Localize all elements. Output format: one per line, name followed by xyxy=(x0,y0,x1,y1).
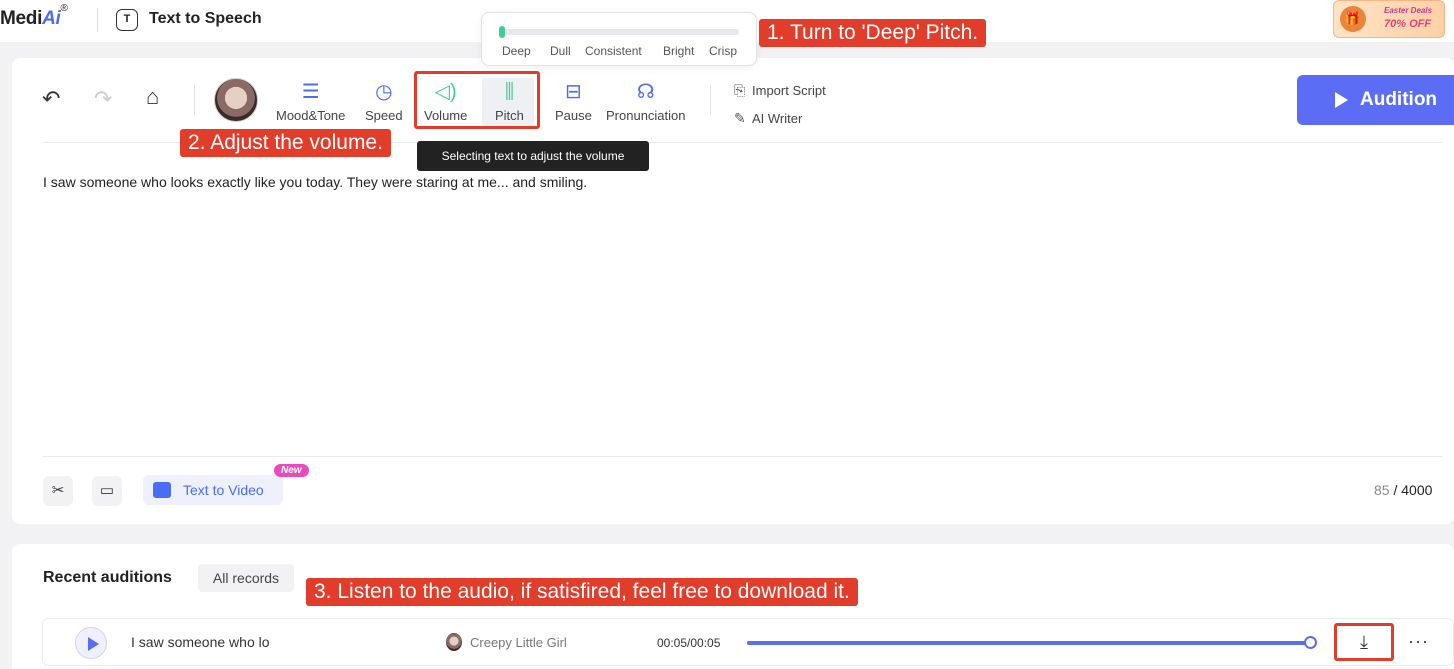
pitch-slider[interactable] xyxy=(499,26,739,38)
pause-button[interactable]: ⊟ Pause xyxy=(555,78,592,123)
voice-name: Creepy Little Girl xyxy=(470,635,567,650)
audition-row: I saw someone who lo Creepy Little Girl … xyxy=(42,618,1454,666)
audio-progress-handle[interactable] xyxy=(1304,636,1317,649)
voice-avatar[interactable] xyxy=(214,78,258,122)
recent-auditions-title: Recent auditions xyxy=(43,569,172,586)
pitch-label: Pitch xyxy=(495,108,524,123)
mood-tone-label: Mood&Tone xyxy=(276,108,346,123)
ai-writer-label: AI Writer xyxy=(752,111,803,126)
char-separator: / xyxy=(1393,482,1398,498)
pronunciation-icon: ☊ xyxy=(636,81,655,103)
promo-line2: 70% OFF xyxy=(1384,18,1432,30)
ai-writer-icon: ✎ xyxy=(734,110,746,126)
divider xyxy=(710,85,711,115)
play-button[interactable] xyxy=(75,627,107,659)
audition-button[interactable]: Audition xyxy=(1297,75,1454,125)
audio-progress-fill xyxy=(747,641,1311,645)
pitch-button[interactable]: ⫼ Pitch xyxy=(495,78,524,123)
char-counter: 85 / 4000 xyxy=(1374,482,1432,498)
callout-step2: 2. Adjust the volume. xyxy=(180,129,391,157)
subtitle-icon[interactable]: ▭ xyxy=(92,476,122,506)
speedometer-icon: ◷ xyxy=(375,81,393,103)
promo-line1: Easter Deals xyxy=(1384,6,1433,15)
pause-icon: ⊟ xyxy=(565,81,582,103)
clapperboard-icon xyxy=(153,482,171,498)
page-title: Text to Speech xyxy=(149,10,262,27)
app-logo[interactable]: MediAi® xyxy=(0,3,68,30)
pitch-option-crisp[interactable]: Crisp xyxy=(709,44,737,58)
pitch-option-deep[interactable]: Deep xyxy=(502,44,531,58)
audio-progress-bar[interactable] xyxy=(747,636,1317,649)
text-to-video-label: Text to Video xyxy=(183,482,264,498)
scissors-icon[interactable]: ✂ xyxy=(43,476,73,506)
recent-auditions-panel: Recent auditions All records I saw someo… xyxy=(12,544,1454,669)
speaker-icon: ◁) xyxy=(434,81,457,103)
text-to-video-button[interactable]: Text to Video xyxy=(143,475,283,505)
divider xyxy=(194,85,195,115)
callout-step1: 1. Turn to 'Deep' Pitch. xyxy=(759,19,987,47)
undo-icon[interactable]: ↶ xyxy=(42,86,60,112)
divider xyxy=(97,8,98,32)
speed-label: Speed xyxy=(365,108,403,123)
download-icon: ⤓ xyxy=(1360,632,1368,652)
volume-tooltip: Selecting text to adjust the volume xyxy=(417,141,649,171)
new-badge: New xyxy=(274,464,309,477)
text-to-speech-icon: T xyxy=(116,9,138,31)
ai-writer-link[interactable]: ✎ AI Writer xyxy=(734,110,802,127)
sliders-icon: ☰ xyxy=(301,81,320,103)
divider xyxy=(42,456,1442,457)
callout-step3: 3. Listen to the audio, if satisfired, f… xyxy=(306,578,858,606)
clear-broom-icon[interactable]: ⌂ xyxy=(146,84,159,110)
pitch-option-dull[interactable]: Dull xyxy=(550,44,571,58)
redo-icon[interactable]: ↷ xyxy=(94,86,112,112)
pitch-popover: Deep Dull Consistent Bright Crisp xyxy=(481,12,757,66)
audition-text: I saw someone who lo xyxy=(131,634,270,650)
pitch-slider-handle[interactable] xyxy=(499,26,505,38)
pitch-option-bright[interactable]: Bright xyxy=(663,44,694,58)
import-script-link[interactable]: ⎘ Import Script xyxy=(734,82,826,99)
pronunciation-label: Pronunciation xyxy=(606,108,686,123)
play-icon xyxy=(1335,92,1348,108)
more-options-icon[interactable]: ··· xyxy=(1408,631,1429,652)
pitch-bars-icon: ⫼ xyxy=(504,81,515,103)
pitch-option-consistent[interactable]: Consistent xyxy=(585,44,642,58)
download-button[interactable]: ⤓ xyxy=(1334,623,1394,661)
all-records-button[interactable]: All records xyxy=(198,564,294,592)
speed-button[interactable]: ◷ Speed xyxy=(365,78,403,123)
promo-banner[interactable]: 🎁 Easter Deals 70% OFF xyxy=(1333,0,1445,38)
pronunciation-button[interactable]: ☊ Pronunciation xyxy=(606,78,686,123)
char-count: 85 xyxy=(1374,482,1390,498)
audition-label: Audition xyxy=(1360,89,1438,110)
import-icon: ⎘ xyxy=(734,82,746,98)
import-script-label: Import Script xyxy=(752,83,826,98)
audio-time: 00:05/00:05 xyxy=(657,636,721,650)
pause-label: Pause xyxy=(555,108,592,123)
gift-icon: 🎁 xyxy=(1340,6,1366,32)
char-max: 4000 xyxy=(1401,482,1433,498)
volume-label: Volume xyxy=(424,108,468,123)
voice-avatar xyxy=(446,633,462,651)
editor-panel: ↶ ↷ ⌂ ☰ Mood&Tone ◷ Speed ◁) Volume ⫼ Pi… xyxy=(12,58,1454,524)
script-text[interactable]: I saw someone who looks exactly like you… xyxy=(43,174,587,190)
volume-button[interactable]: ◁) Volume xyxy=(424,78,467,123)
mood-tone-button[interactable]: ☰ Mood&Tone xyxy=(276,78,345,123)
